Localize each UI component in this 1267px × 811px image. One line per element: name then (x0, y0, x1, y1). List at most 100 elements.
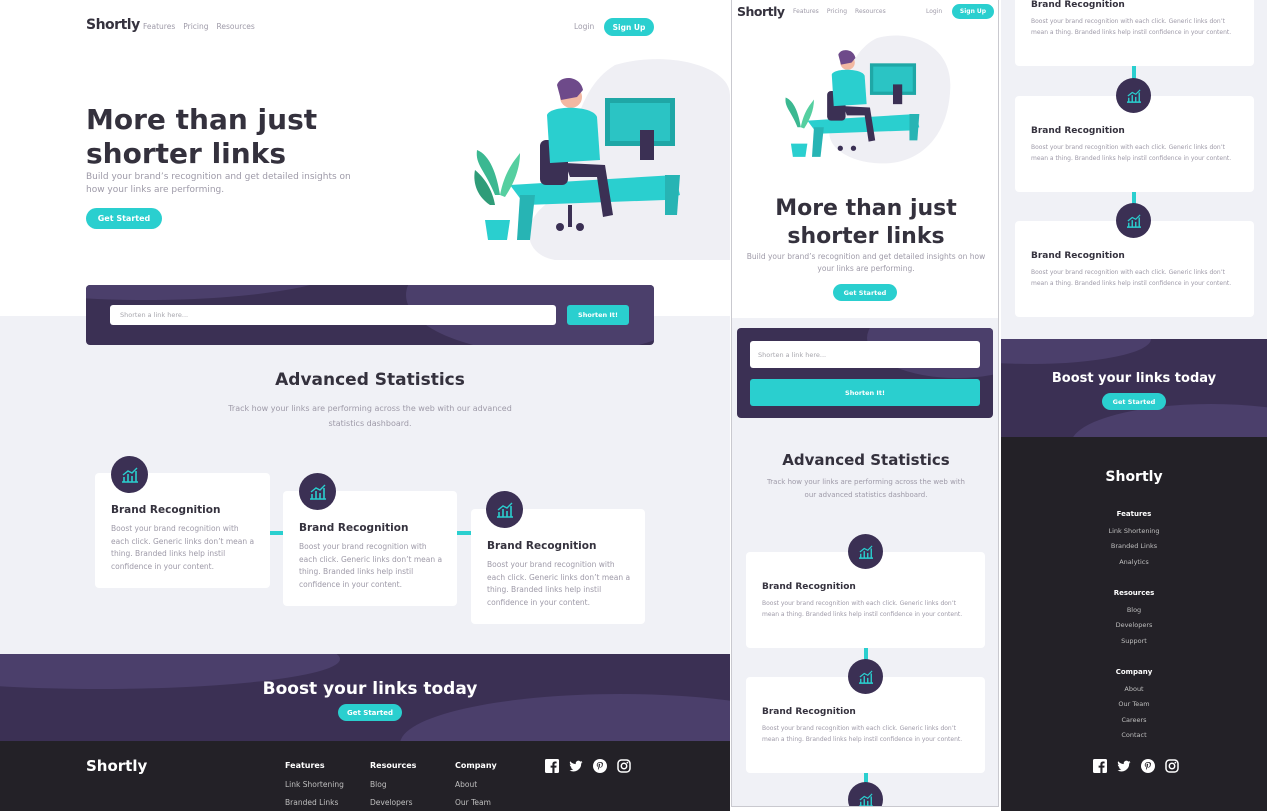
mobile-hero-title-line2: shorter links (787, 224, 945, 249)
stat-card-text: Boost your brand recognition with each c… (487, 560, 631, 607)
footer-heading-company: Company (455, 761, 497, 770)
boost-get-started-button[interactable]: Get Started (338, 704, 402, 721)
mobile-stat-card-text: Boost your brand recognition with each c… (1031, 144, 1232, 162)
footer-link[interactable]: Developers (370, 798, 416, 807)
mobile-boost-get-started-button[interactable]: Get Started (1102, 393, 1166, 410)
detailed-records-icon (1116, 78, 1151, 113)
instagram-icon[interactable] (617, 759, 631, 773)
facebook-icon[interactable] (545, 759, 559, 773)
hero-title: More than just shorter links (86, 103, 317, 171)
stat-card-title: Brand Recognition (111, 504, 221, 516)
working-illustration (465, 55, 730, 260)
footer-link[interactable]: Support (1001, 634, 1267, 650)
footer-link[interactable]: Analytics (1001, 555, 1267, 571)
signup-button[interactable]: Sign Up (604, 18, 654, 36)
shorten-button[interactable]: Shorten It! (567, 305, 629, 325)
mobile-shorten-box: Shorten a link here... Shorten It! (737, 328, 993, 418)
footer-link[interactable]: Careers (1001, 713, 1267, 729)
footer-link[interactable]: About (455, 780, 497, 789)
social-icons (545, 759, 631, 773)
mobile-nav: Features Pricing Resources (793, 8, 894, 15)
shorten-input[interactable]: Shorten a link here... (110, 305, 556, 325)
instagram-icon[interactable] (1165, 759, 1179, 773)
brand-logo[interactable]: Shortly (86, 17, 140, 33)
footer-link[interactable]: Link Shortening (1001, 524, 1267, 540)
mobile-hero-title-line1: More than just (775, 196, 957, 221)
mobile-footer-logo[interactable]: Shortly (1001, 469, 1267, 485)
footer-link[interactable]: Branded Links (1001, 539, 1267, 555)
stats-title: Advanced Statistics (275, 370, 465, 390)
stat-card-title: Brand Recognition (487, 540, 597, 552)
footer-link[interactable]: About (1001, 682, 1267, 698)
mobile-shorten-button[interactable]: Shorten It! (750, 379, 980, 406)
hero-get-started-button[interactable]: Get Started (86, 208, 162, 229)
nav-features[interactable]: Features (143, 22, 175, 31)
mobile-brand-logo[interactable]: Shortly (737, 4, 785, 19)
footer-heading-features: Features (1116, 510, 1152, 518)
mobile-hero-title: More than just shorter links (732, 195, 998, 251)
mobile-stat-card-title: Brand Recognition (1031, 0, 1125, 10)
mobile-stat-card-text: Boost your brand recognition with each c… (762, 600, 963, 618)
footer-heading-company: Company (1115, 668, 1153, 676)
footer-link[interactable]: Our Team (455, 798, 497, 807)
brand-recognition-icon (111, 456, 148, 493)
hero-subtitle: Build your brand’s recognition and get d… (86, 172, 351, 195)
mobile-shorten-input[interactable]: Shorten a link here... (750, 341, 980, 368)
mobile-stat-card-text: Boost your brand recognition with each c… (1031, 269, 1232, 287)
mobile-stat-card: Brand Recognition Boost your brand recog… (1015, 0, 1254, 66)
footer-link[interactable]: Our Team (1001, 697, 1267, 713)
mobile-illustration (760, 35, 970, 170)
footer-heading-resources: Resources (370, 761, 417, 770)
main-nav: Features Pricing Resources (143, 22, 263, 31)
mobile-boost-title: Boost your links today (1051, 371, 1217, 386)
shorten-box: Shorten a link here... Shorten It! (86, 285, 654, 345)
mobile-stat-card-text: Boost your brand recognition with each c… (762, 725, 963, 743)
footer: Shortly Features Link Shortening Branded… (0, 741, 730, 811)
facebook-icon[interactable] (1093, 759, 1107, 773)
pinterest-icon[interactable] (1141, 759, 1155, 773)
footer-link[interactable]: Branded Links (285, 798, 344, 807)
footer-logo[interactable]: Shortly (86, 757, 147, 775)
pinterest-icon[interactable] (593, 759, 607, 773)
mobile-view-bottom: Brand Recognition Boost your brand recog… (1001, 0, 1267, 811)
mobile-social-icons (1093, 759, 1179, 773)
nav-pricing[interactable]: Pricing (183, 22, 208, 31)
stat-card-text: Boost your brand recognition with each c… (299, 542, 443, 589)
customizable-icon (848, 782, 883, 806)
mobile-signup-button[interactable]: Sign Up (952, 4, 994, 19)
footer-link[interactable]: Contact (1001, 728, 1267, 744)
mobile-hero-subtitle: Build your brand’s recognition and get d… (746, 252, 986, 273)
nav-pricing[interactable]: Pricing (827, 8, 847, 15)
stats-subtitle: Track how your links are performing acro… (228, 404, 512, 428)
footer-link[interactable]: Blog (370, 780, 416, 789)
footer-link[interactable]: Link Shortening (285, 780, 344, 789)
nav-resources[interactable]: Resources (855, 8, 886, 15)
footer-resources: Resources Blog Developers (370, 761, 416, 807)
mobile-login-link[interactable]: Login (926, 8, 942, 15)
footer-heading-resources: Resources (1113, 589, 1155, 597)
nav-resources[interactable]: Resources (217, 22, 255, 31)
mobile-stat-card-title: Brand Recognition (762, 707, 856, 717)
mobile-footer-company: Company About Our Team Careers Contact (1001, 665, 1267, 744)
mobile-hero-get-started-button[interactable]: Get Started (833, 284, 897, 301)
boost-title: Boost your links today (262, 679, 478, 699)
detailed-records-icon (299, 473, 336, 510)
footer-link[interactable]: Developers (1001, 618, 1267, 634)
mobile-boost-section: Boost your links today Get Started (1001, 339, 1267, 437)
stat-card-title: Brand Recognition (299, 522, 409, 534)
footer-link[interactable]: Blog (1001, 603, 1267, 619)
customizable-icon (1116, 203, 1151, 238)
footer-features: Features Link Shortening Branded Links (285, 761, 344, 807)
twitter-icon[interactable] (569, 759, 583, 773)
twitter-icon[interactable] (1117, 759, 1131, 773)
login-link[interactable]: Login (574, 22, 594, 31)
nav-features[interactable]: Features (793, 8, 819, 15)
mobile-footer-resources: Resources Blog Developers Support (1001, 586, 1267, 649)
footer-heading-features: Features (285, 761, 325, 770)
desktop-view: Shortly Features Pricing Resources Login… (0, 0, 730, 811)
stat-card-text: Boost your brand recognition with each c… (111, 524, 255, 571)
mobile-stats-title: Advanced Statistics (782, 451, 950, 469)
mobile-footer: Shortly Features Link Shortening Branded… (1001, 437, 1267, 811)
brand-recognition-icon (848, 534, 883, 569)
mobile-stats-subtitle: Track how your links are performing acro… (767, 478, 965, 499)
